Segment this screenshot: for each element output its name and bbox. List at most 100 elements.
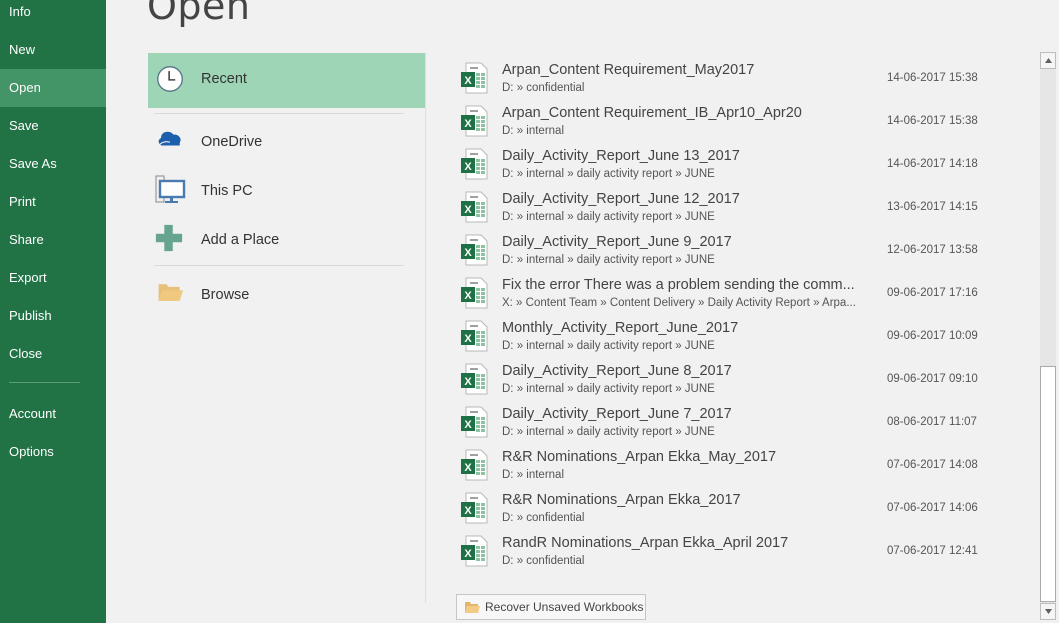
file-path: D: » internal » daily activity report » …	[502, 211, 715, 223]
svg-text:X: X	[464, 419, 472, 431]
folder-icon	[158, 284, 184, 301]
recent-file-item[interactable]: X Fix the error There was a problem sendi…	[456, 273, 1016, 316]
excel-file-icon: X	[461, 105, 488, 137]
file-modified-date: 13-06-2017 14:15	[887, 201, 978, 213]
file-path: D: » internal » daily activity report » …	[502, 340, 715, 352]
computer-icon	[155, 175, 186, 203]
recent-file-item[interactable]: X Daily_Activity_Report_June 12_2017 D: » …	[456, 187, 1016, 230]
file-path: X: » Content Team » Content Delivery » D…	[502, 297, 856, 309]
backstage-nav: Info New Open Save Save As Print Share E…	[0, 0, 106, 623]
svg-text:X: X	[464, 161, 472, 173]
recover-button-label: Recover Unsaved Workbooks	[485, 600, 644, 614]
file-modified-date: 07-06-2017 14:08	[887, 459, 978, 471]
scrollbar-thumb[interactable]	[1040, 366, 1056, 602]
file-modified-date: 14-06-2017 14:18	[887, 158, 978, 170]
svg-text:X: X	[464, 247, 472, 259]
nav-item-close[interactable]: Close	[0, 335, 106, 373]
recent-file-item[interactable]: X R&R Nominations_Arpan Ekka_May_2017 D: »…	[456, 445, 1016, 488]
column-divider	[425, 53, 426, 603]
nav-item-account[interactable]: Account	[0, 395, 106, 433]
svg-text:X: X	[464, 333, 472, 345]
file-path: D: » confidential	[502, 82, 585, 94]
place-separator	[154, 265, 404, 266]
file-path: D: » internal » daily activity report » …	[502, 168, 715, 180]
nav-separator	[9, 382, 80, 383]
file-path: D: » internal	[502, 125, 565, 137]
file-path: D: » confidential	[502, 555, 585, 567]
file-modified-date: 14-06-2017 15:38	[887, 115, 978, 127]
arrow-down-icon	[1045, 609, 1052, 614]
svg-text:X: X	[464, 290, 472, 302]
file-name: Daily_Activity_Report_June 12_2017	[502, 191, 740, 207]
nav-item-options[interactable]: Options	[0, 433, 106, 471]
file-name: Fix the error There was a problem sendin…	[502, 277, 855, 293]
file-modified-date: 07-06-2017 14:06	[887, 502, 978, 514]
file-modified-date: 08-06-2017 11:07	[887, 416, 977, 428]
nav-item-open[interactable]: Open	[0, 69, 106, 107]
excel-file-icon: X	[461, 320, 488, 352]
folder-icon	[465, 602, 480, 613]
file-name: RandR Nominations_Arpan Ekka_April 2017	[502, 535, 789, 551]
page-title: Open	[147, 0, 251, 28]
excel-file-icon: X	[461, 277, 488, 309]
recent-file-item[interactable]: X Daily_Activity_Report_June 9_2017 D: » i…	[456, 230, 1016, 273]
svg-text:X: X	[464, 376, 472, 388]
vertical-scrollbar[interactable]	[1040, 52, 1056, 620]
nav-item-info[interactable]: Info	[0, 0, 106, 31]
file-name: R&R Nominations_Arpan Ekka_2017	[502, 492, 741, 508]
nav-item-publish[interactable]: Publish	[0, 297, 106, 335]
recent-file-item[interactable]: X R&R Nominations_Arpan Ekka_2017 D: » con…	[456, 488, 1016, 531]
excel-file-icon: X	[461, 148, 488, 180]
place-onedrive[interactable]: OneDrive	[148, 116, 425, 166]
file-modified-date: 09-06-2017 09:10	[887, 373, 978, 385]
file-name: Arpan_Content Requirement_May2017	[502, 62, 755, 78]
place-label: This PC	[201, 183, 253, 199]
onedrive-cloud-icon	[158, 131, 181, 146]
place-label: Recent	[201, 71, 247, 87]
excel-file-icon: X	[461, 191, 488, 223]
svg-text:X: X	[464, 462, 472, 474]
nav-item-save[interactable]: Save	[0, 107, 106, 145]
nav-item-share[interactable]: Share	[0, 221, 106, 259]
excel-file-icon: X	[461, 535, 488, 567]
file-modified-date: 09-06-2017 10:09	[887, 330, 978, 342]
excel-file-icon: X	[461, 234, 488, 266]
recent-file-item[interactable]: X RandR Nominations_Arpan Ekka_April 2017…	[456, 531, 1016, 574]
file-name: Daily_Activity_Report_June 9_2017	[502, 234, 732, 250]
svg-text:X: X	[464, 548, 472, 560]
nav-item-export[interactable]: Export	[0, 259, 106, 297]
nav-item-print[interactable]: Print	[0, 183, 106, 221]
recent-file-item[interactable]: X Arpan_Content Requirement_IB_Apr10_Apr2…	[456, 101, 1016, 144]
clock-icon	[157, 66, 183, 92]
file-name: Daily_Activity_Report_June 13_2017	[502, 148, 740, 164]
svg-text:X: X	[464, 505, 472, 517]
place-label: Browse	[201, 287, 250, 303]
place-add-a-place[interactable]: Add a Place	[148, 214, 425, 264]
recent-file-item[interactable]: X Daily_Activity_Report_June 7_2017 D: » i…	[456, 402, 1016, 445]
place-label: Add a Place	[201, 232, 280, 248]
file-name: Daily_Activity_Report_June 8_2017	[502, 363, 732, 379]
file-path: D: » confidential	[502, 512, 585, 524]
recent-file-item[interactable]: X Monthly_Activity_Report_June_2017 D: » i…	[456, 316, 1016, 359]
file-modified-date: 09-06-2017 17:16	[887, 287, 978, 299]
nav-item-save-as[interactable]: Save As	[0, 145, 106, 183]
recent-file-item[interactable]: X Daily_Activity_Report_June 8_2017 D: » i…	[456, 359, 1016, 402]
file-modified-date: 12-06-2017 13:58	[887, 244, 978, 256]
file-name: Monthly_Activity_Report_June_2017	[502, 320, 739, 336]
place-this-pc[interactable]: This PC	[148, 165, 425, 215]
scroll-up-button[interactable]	[1040, 52, 1056, 69]
excel-file-icon: X	[461, 62, 488, 94]
place-separator	[154, 113, 404, 114]
file-name: Arpan_Content Requirement_IB_Apr10_Apr20	[502, 105, 802, 121]
recent-file-item[interactable]: X Arpan_Content Requirement_May2017 D: » c…	[456, 58, 1016, 101]
file-modified-date: 14-06-2017 15:38	[887, 72, 978, 84]
file-path: D: » internal » daily activity report » …	[502, 383, 715, 395]
file-modified-date: 07-06-2017 12:41	[887, 545, 978, 557]
recover-unsaved-workbooks-button[interactable]: Recover Unsaved Workbooks	[456, 594, 646, 620]
place-browse[interactable]: Browse	[148, 269, 425, 319]
nav-item-new[interactable]: New	[0, 31, 106, 69]
place-recent[interactable]: Recent	[148, 53, 425, 108]
excel-file-icon: X	[461, 449, 488, 481]
recent-file-item[interactable]: X Daily_Activity_Report_June 13_2017 D: » …	[456, 144, 1016, 187]
scroll-down-button[interactable]	[1040, 603, 1056, 620]
